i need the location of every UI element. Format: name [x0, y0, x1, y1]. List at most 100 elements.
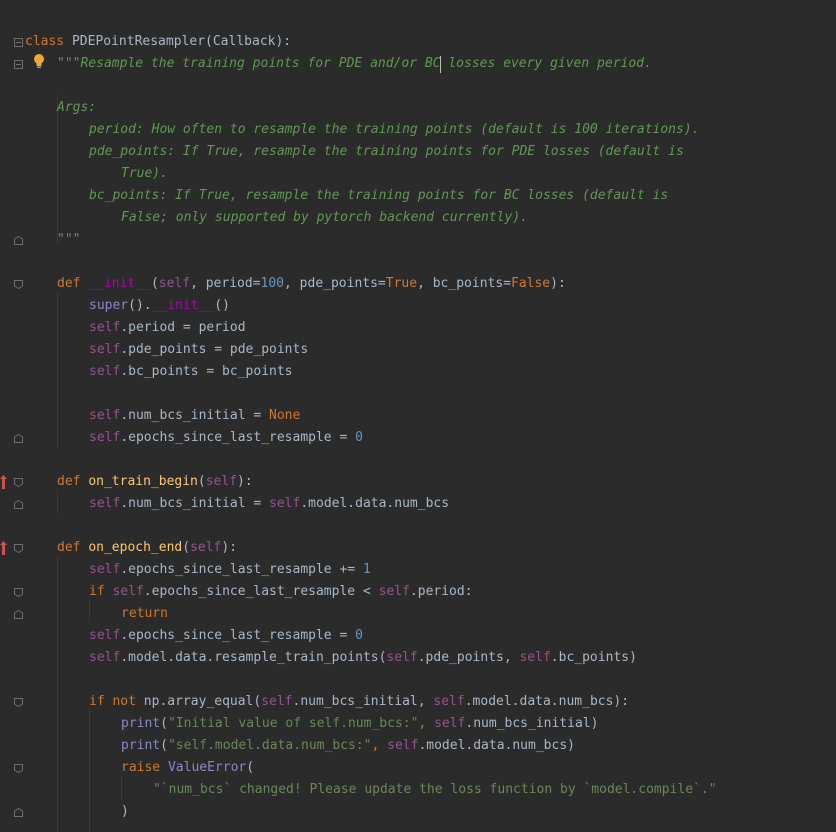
override-marker-icon[interactable]	[0, 475, 7, 489]
code-token: super	[89, 298, 129, 313]
code-token: self	[190, 540, 222, 555]
code-token: self	[158, 276, 191, 291]
code-token: if not	[89, 694, 144, 709]
fold-toggle-icon[interactable]	[14, 280, 23, 289]
code-token: self	[434, 716, 466, 731]
code-token: self	[89, 650, 121, 665]
code-token: .num_bcs_initial =	[120, 496, 270, 511]
code-token: .pde_points = pde_points	[120, 342, 309, 357]
code-token: raise	[121, 760, 168, 775]
code-editor[interactable]: class PDEPointResampler(Callback): """Res…	[0, 0, 836, 832]
code-line[interactable]: self.epochs_since_last_resample += 1	[89, 559, 371, 581]
code-line[interactable]: Args:	[57, 97, 96, 119]
code-token: ):	[237, 474, 253, 489]
code-token: on_epoch_end	[88, 540, 183, 555]
code-line[interactable]: self.pde_points = pde_points	[89, 339, 308, 361]
code-line[interactable]: def on_train_begin(self):	[57, 471, 253, 493]
code-line[interactable]: def on_epoch_end(self):	[57, 537, 237, 559]
code-token: class	[25, 34, 72, 49]
code-line[interactable]: self.period = period	[89, 317, 246, 339]
code-token: self	[89, 364, 121, 379]
code-line[interactable]: print("self.model.data.num_bcs:", self.m…	[121, 735, 575, 757]
code-token: def	[57, 474, 89, 489]
lightbulb-icon[interactable]	[33, 53, 45, 69]
code-line[interactable]: class PDEPointResampler(Callback):	[25, 31, 291, 53]
code-token: def	[57, 540, 89, 555]
code-line[interactable]: bc_points: If True, resample the trainin…	[89, 185, 668, 207]
code-token: def	[57, 276, 89, 291]
code-line[interactable]: raise ValueError(	[121, 757, 254, 779]
code-line[interactable]: def __init__(self, period=100, pde_point…	[57, 273, 566, 295]
code-token: self	[89, 408, 121, 423]
code-line[interactable]: super().__init__()	[89, 295, 230, 317]
code-token: "`num_bcs` changed! Please update the lo…	[153, 782, 717, 797]
code-token: ()	[214, 298, 230, 313]
code-token: ):	[221, 540, 238, 555]
override-marker-icon[interactable]	[0, 541, 7, 555]
code-token: self	[433, 694, 465, 709]
code-token: .num_bcs_initial,	[292, 694, 434, 709]
code-token: (	[246, 760, 255, 775]
code-line[interactable]: )	[121, 801, 129, 823]
code-token: self	[387, 738, 419, 753]
fold-toggle-icon[interactable]	[14, 764, 23, 773]
fold-end-icon[interactable]	[14, 500, 23, 509]
code-token: ,	[371, 738, 388, 753]
code-token: ValueError	[167, 760, 247, 775]
code-line[interactable]: False; only supported by pytorch backend…	[121, 207, 528, 229]
code-token: False	[511, 276, 551, 291]
code-token: .model.data.num_bcs):	[464, 694, 630, 709]
code-token: self	[89, 430, 121, 445]
indent-guide	[121, 776, 122, 800]
code-line[interactable]: if not np.array_equal(self.num_bcs_initi…	[89, 691, 629, 713]
code-line[interactable]: """Resample the training points for PDE …	[57, 53, 652, 75]
code-token: .num_bcs_initial =	[120, 408, 270, 423]
code-token: (	[182, 540, 191, 555]
code-token: None	[269, 408, 301, 423]
fold-end-icon[interactable]	[14, 808, 23, 817]
fold-end-icon[interactable]	[14, 610, 23, 619]
code-line[interactable]: self.bc_points = bc_points	[89, 361, 293, 383]
fold-end-icon[interactable]	[14, 434, 23, 443]
code-token: .model.data.num_bcs	[300, 496, 450, 511]
fold-toggle-icon[interactable]	[14, 698, 23, 707]
code-line[interactable]: "`num_bcs` changed! Please update the lo…	[153, 779, 717, 801]
code-line[interactable]: self.model.data.resample_train_points(se…	[89, 647, 637, 669]
code-line[interactable]: print("Initial value of self.num_bcs:", …	[121, 713, 598, 735]
fold-toggle-icon[interactable]	[14, 478, 23, 487]
code-line[interactable]: True).	[121, 163, 168, 185]
code-line[interactable]: pde_points: If True, resample the traini…	[89, 141, 684, 163]
code-line[interactable]: self.num_bcs_initial = self.model.data.n…	[89, 493, 449, 515]
editor-gutter[interactable]	[0, 0, 26, 832]
code-token: 100	[260, 276, 285, 291]
text-caret	[440, 56, 441, 73]
fold-toggle-icon[interactable]	[14, 544, 23, 553]
code-line[interactable]: if self.epochs_since_last_resample < sel…	[89, 581, 473, 603]
code-token: print	[121, 738, 161, 753]
fold-end-icon[interactable]	[14, 236, 23, 245]
code-token: , period=	[190, 276, 261, 291]
code-token: self	[112, 584, 144, 599]
code-line[interactable]: return	[121, 603, 168, 625]
code-line[interactable]: self.epochs_since_last_resample = 0	[89, 427, 363, 449]
code-token: True).	[121, 166, 168, 181]
fold-toggle-icon[interactable]	[14, 588, 23, 597]
code-token: .period = period	[120, 320, 246, 335]
code-token: 0	[355, 628, 363, 643]
code-token: False; only supported by pytorch backend…	[121, 210, 528, 225]
code-token: ().	[128, 298, 152, 313]
fold-toggle-icon[interactable]	[14, 38, 23, 47]
code-token: True	[385, 276, 418, 291]
code-line[interactable]: """	[57, 229, 80, 251]
code-token: .period:	[409, 584, 473, 599]
code-line[interactable]: self.epochs_since_last_resample = 0	[89, 625, 363, 647]
code-token: self	[261, 694, 293, 709]
code-token: __init__	[88, 276, 151, 291]
code-line[interactable]: self.num_bcs_initial = None	[89, 405, 300, 427]
fold-toggle-icon[interactable]	[14, 60, 23, 69]
code-token: 0	[355, 430, 363, 445]
code-line[interactable]: period: How often to resample the traini…	[89, 119, 699, 141]
code-token: np.array_equal(	[143, 694, 262, 709]
code-token: pde_points: If True, resample the traini…	[89, 144, 684, 159]
code-token: .model.data.resample_train_points(	[120, 650, 387, 665]
